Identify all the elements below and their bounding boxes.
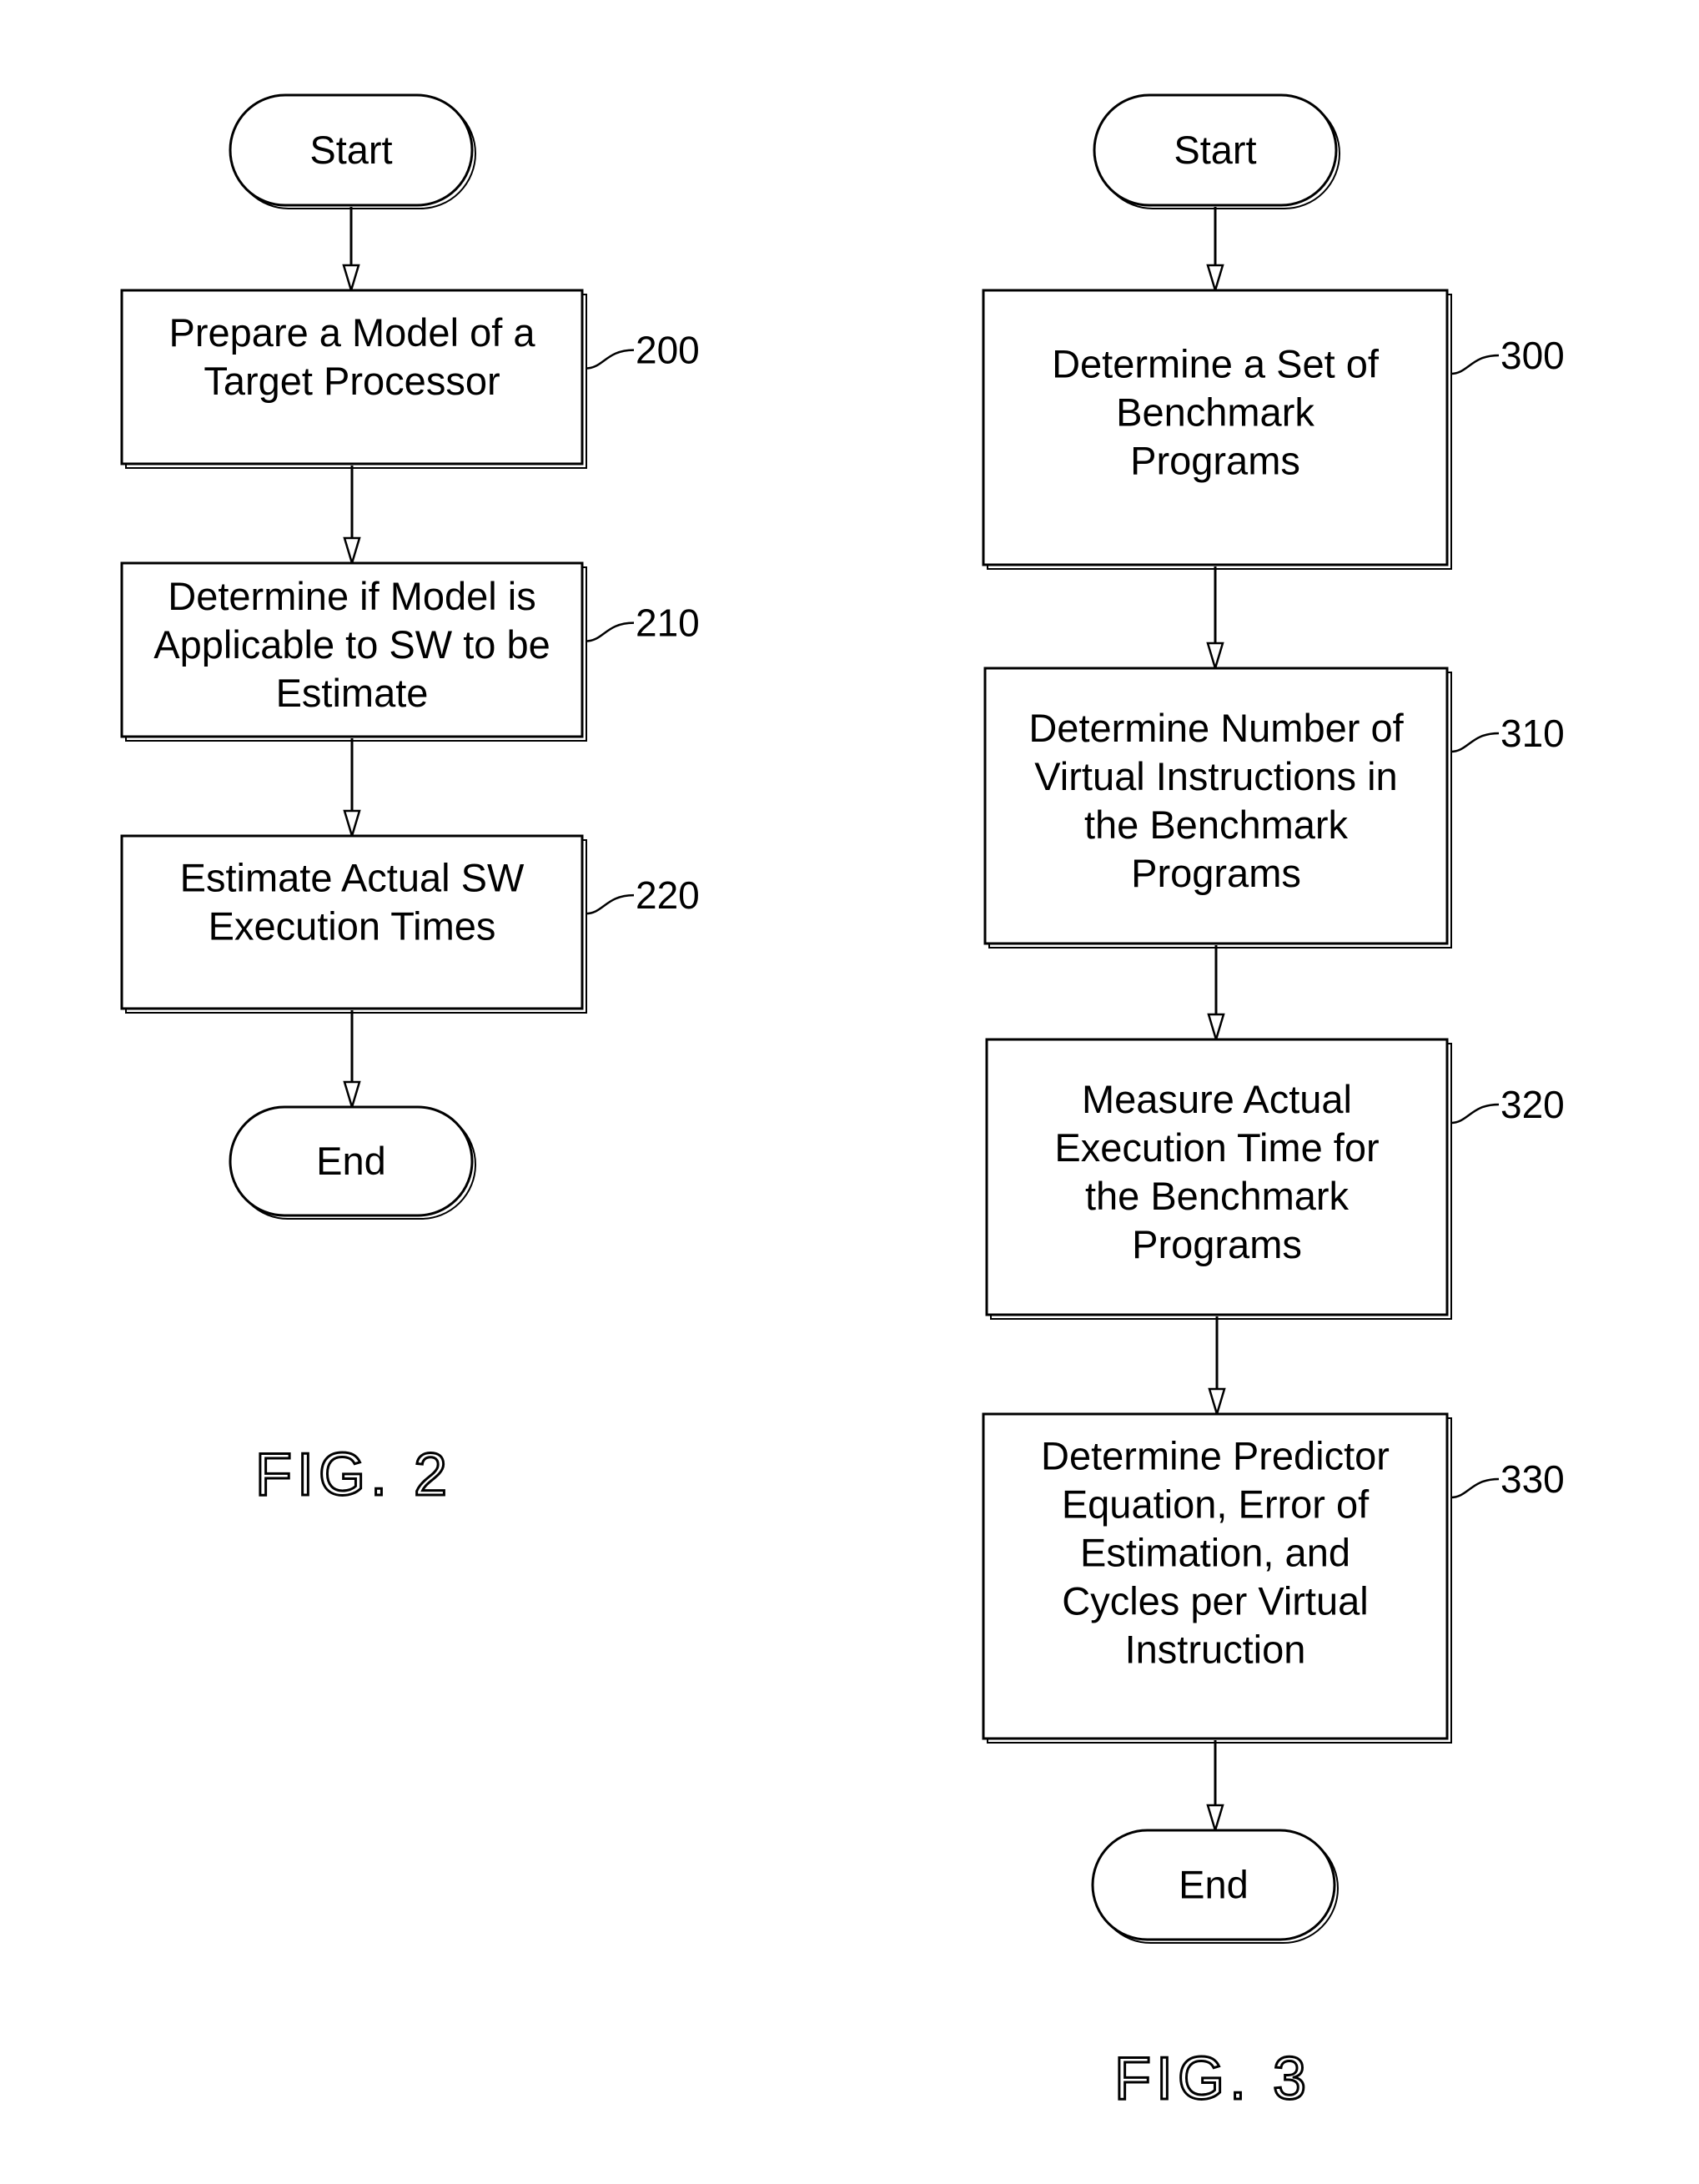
step-text-line: Determine a Set of (1052, 342, 1380, 386)
process-step-220: Estimate Actual SWExecution Times 220 (120, 834, 700, 1014)
reference-numeral: 330 (1500, 1457, 1565, 1501)
step-text-line: Benchmark (1116, 390, 1314, 435)
arrowhead-icon (1207, 1013, 1225, 1044)
arrowhead-icon (343, 809, 361, 840)
reference-leader-line (1450, 1103, 1500, 1125)
step-text-line: Cycles per Virtual (1062, 1579, 1368, 1623)
flow-arrow (343, 738, 361, 840)
fig3-flowchart: StartDetermine a Set ofBenchmarkPrograms… (982, 93, 1565, 2114)
reference-numeral: 210 (636, 601, 700, 645)
reference-numeral: 310 (1500, 712, 1565, 755)
reference-leader-line (1450, 354, 1500, 375)
step-text-line: Estimate (276, 671, 429, 715)
process-step-310: Determine Number ofVirtual Instructions … (983, 667, 1565, 949)
flow-arrow (1208, 1316, 1226, 1418)
figure-caption: FIG. 2 (255, 1442, 452, 1508)
reference-leader-line (585, 893, 635, 915)
start-terminal: Start (229, 93, 476, 209)
step-text-line: Programs (1132, 1222, 1302, 1266)
step-text-line: Virtual Instructions in (1034, 754, 1397, 798)
process-step-330: Determine PredictorEquation, Error ofEst… (982, 1412, 1565, 1744)
step-text-line: Estimate Actual SW (180, 856, 525, 900)
reference-leader-line (1450, 1477, 1500, 1499)
step-text-line: Prepare a Model of a (169, 310, 536, 355)
step-text-line: Applicable to SW to be (153, 622, 550, 667)
flow-arrow (1206, 207, 1224, 294)
step-text-line: the Benchmark (1084, 803, 1349, 847)
reference-numeral: 220 (636, 873, 700, 917)
end-terminal: End (1091, 1829, 1339, 1944)
step-text-line: Start (1174, 128, 1256, 172)
reference-leader-line (1450, 732, 1500, 753)
step-text-line: Target Processor (204, 359, 500, 403)
step-text-line: Instruction (1125, 1628, 1306, 1672)
arrowhead-icon (1206, 642, 1224, 672)
reference-numeral: 200 (636, 329, 700, 372)
reference-numeral: 300 (1500, 334, 1565, 377)
step-text-line: Determine if Model is (168, 574, 535, 618)
step-text-line: Programs (1130, 439, 1300, 483)
process-step-210: Determine if Model isApplicable to SW to… (120, 561, 700, 742)
fig2-flowchart: Start Prepare a Model of aTarget Processo… (120, 93, 700, 1510)
arrowhead-icon (1208, 1387, 1226, 1418)
step-text-line: Equation, Error of (1062, 1482, 1370, 1527)
end-terminal: End (229, 1105, 476, 1220)
step-text-line: Execution Time for (1054, 1125, 1379, 1170)
patent-flowchart-drawing: Start Prepare a Model of aTarget Processo… (120, 93, 1565, 2114)
step-text-line: Measure Actual (1082, 1077, 1352, 1121)
process-step-200: Prepare a Model of aTarget Processor 200 (120, 289, 700, 469)
arrowhead-icon (343, 1080, 361, 1111)
step-text-line: Execution Times (209, 904, 496, 949)
flow-arrow (343, 465, 361, 567)
flow-arrow (1206, 566, 1224, 672)
start-terminal: Start (1093, 93, 1340, 209)
step-text-line: End (316, 1139, 386, 1183)
process-step-300: Determine a Set ofBenchmarkPrograms 300 (982, 289, 1565, 570)
step-text-line: the Benchmark (1085, 1174, 1350, 1218)
step-text-line: End (1179, 1863, 1249, 1907)
flow-arrow (343, 1010, 361, 1111)
step-text-line: Determine Number of (1028, 706, 1404, 750)
step-text-line: Start (309, 128, 392, 172)
process-step-320: Measure ActualExecution Time forthe Benc… (985, 1038, 1565, 1320)
arrowhead-icon (1206, 264, 1224, 294)
step-text-line: Determine Predictor (1041, 1434, 1390, 1478)
flow-arrow (1207, 945, 1225, 1044)
reference-numeral: 320 (1500, 1083, 1565, 1126)
reference-leader-line (585, 349, 635, 370)
step-text-line: Estimation, and (1080, 1531, 1350, 1575)
flow-arrow (1206, 1740, 1224, 1834)
figure-caption: FIG. 3 (1114, 2046, 1311, 2112)
step-text-line: Programs (1131, 851, 1301, 895)
flow-arrow (342, 207, 360, 294)
arrowhead-icon (1206, 1804, 1224, 1834)
arrowhead-icon (342, 264, 360, 294)
reference-leader-line (585, 621, 635, 642)
arrowhead-icon (343, 536, 361, 567)
